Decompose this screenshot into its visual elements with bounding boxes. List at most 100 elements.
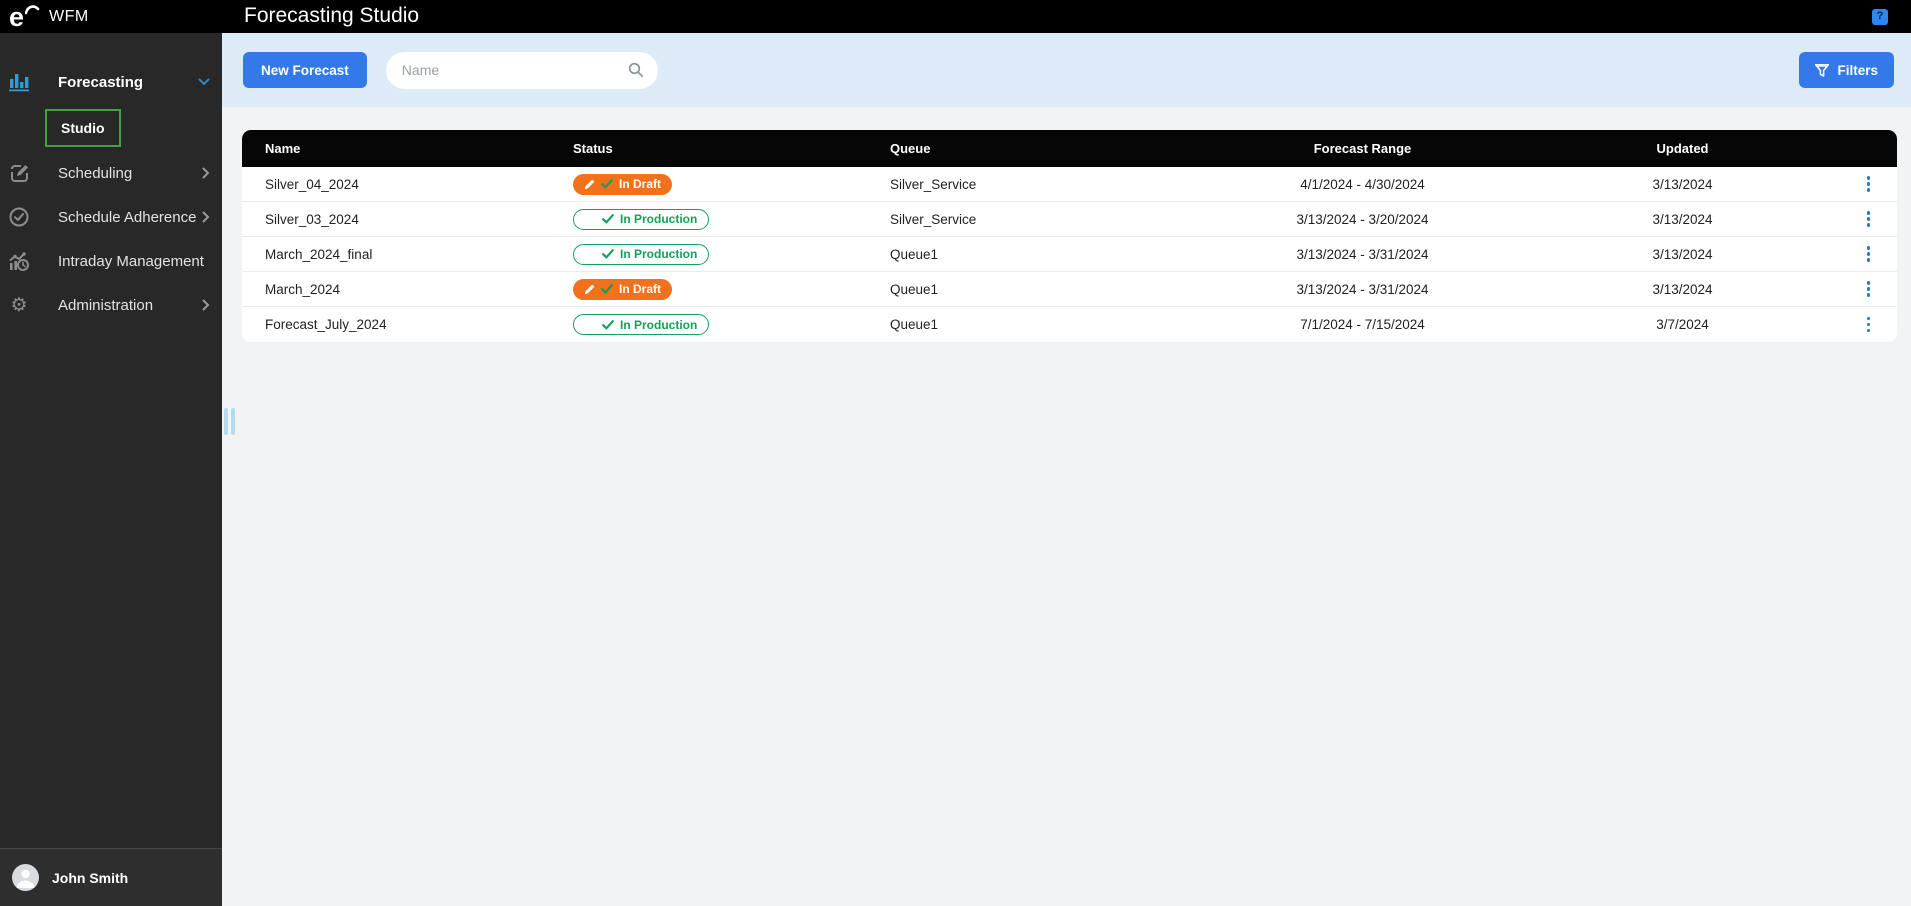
- edit-icon: [8, 164, 30, 183]
- queue-name: Silver_Service: [890, 211, 977, 227]
- main-content: New Forecast Filters Name Status Queue F…: [222, 33, 1911, 906]
- forecast-name: Silver_04_2024: [265, 176, 359, 192]
- gear-icon: ⚙: [10, 294, 28, 316]
- filter-funnel-icon: [1815, 63, 1830, 77]
- forecast-table: Name Status Queue Forecast Range Updated…: [242, 130, 1897, 342]
- brand-logo-icon: e: [9, 2, 43, 32]
- sidebar-item-label: Forecasting: [58, 73, 144, 91]
- forecast-range: 4/1/2024 - 4/30/2024: [1300, 176, 1425, 192]
- search-input[interactable]: [401, 62, 628, 78]
- queue-name: Queue1: [890, 246, 939, 262]
- filters-label: Filters: [1837, 62, 1878, 78]
- chevron-down-icon: [198, 78, 210, 86]
- updated-date: 3/13/2024: [1652, 211, 1713, 227]
- status-badge: In Draft: [573, 173, 672, 195]
- forecast-range: 7/1/2024 - 7/15/2024: [1300, 317, 1425, 332]
- table-row[interactable]: March_2024_final In Production Queue1 3/…: [242, 237, 1897, 272]
- column-header-name: Name: [265, 141, 301, 156]
- column-header-updated: Updated: [1656, 141, 1709, 156]
- new-forecast-button[interactable]: New Forecast: [243, 52, 367, 88]
- forecast-range: 3/13/2024 - 3/20/2024: [1296, 211, 1429, 227]
- table-row[interactable]: Silver_04_2024 In Draft Silver_Service 4…: [242, 167, 1897, 202]
- avatar: [12, 864, 39, 891]
- status-label: In Production: [620, 212, 698, 226]
- search-icon[interactable]: [628, 62, 644, 78]
- row-actions-kebab-icon[interactable]: [1861, 207, 1877, 231]
- pencil-icon: [584, 284, 595, 295]
- forecast-name: Silver_03_2024: [265, 211, 359, 227]
- table-body: Silver_04_2024 In Draft Silver_Service 4…: [242, 167, 1897, 342]
- chevron-right-icon: [202, 167, 210, 179]
- pencil-icon: [585, 214, 596, 225]
- sidebar-item-label: Scheduling: [58, 164, 133, 182]
- bar-chart-icon: [8, 73, 30, 92]
- pencil-icon: [584, 179, 595, 190]
- sidebar-item-scheduling[interactable]: Scheduling: [0, 151, 222, 195]
- table-row[interactable]: March_2024 In Draft Queue1 3/13/2024 - 3…: [242, 272, 1897, 307]
- row-actions-kebab-icon[interactable]: [1861, 277, 1877, 301]
- sidebar: Forecasting Studio Scheduling Schedule A…: [0, 33, 222, 906]
- brand-name: WFM: [49, 7, 89, 25]
- forecast-name: March_2024: [265, 281, 341, 297]
- topbar: e WFM Forecasting Studio ?: [0, 0, 1911, 33]
- check-icon: [602, 249, 614, 259]
- search-box: [385, 51, 658, 89]
- filters-button[interactable]: Filters: [1799, 52, 1894, 88]
- queue-name: Queue1: [890, 281, 939, 297]
- row-actions-kebab-icon[interactable]: [1861, 313, 1877, 337]
- table-row[interactable]: Silver_03_2024 In Production Silver_Serv…: [242, 202, 1897, 237]
- sidebar-item-intraday-management[interactable]: Intraday Management: [0, 239, 222, 283]
- column-header-queue: Queue: [890, 141, 931, 156]
- intraday-chart-clock-icon: [8, 251, 30, 271]
- forecast-name: Forecast_July_2024: [265, 317, 387, 332]
- page-title: Forecasting Studio: [244, 4, 420, 27]
- check-icon: [601, 179, 613, 189]
- status-badge: In Production: [573, 314, 710, 335]
- sidebar-nav: Forecasting Studio Scheduling Schedule A…: [0, 33, 222, 327]
- sidebar-resize-handle-icon[interactable]: [224, 408, 235, 435]
- column-header-status: Status: [573, 141, 613, 156]
- sidebar-item-schedule-adherence[interactable]: Schedule Adherence: [0, 195, 222, 239]
- user-name: John Smith: [52, 869, 129, 886]
- check-icon: [601, 284, 613, 294]
- sidebar-item-studio[interactable]: Studio: [0, 104, 222, 151]
- forecast-name: March_2024_final: [265, 246, 373, 262]
- status-label: In Production: [620, 247, 698, 261]
- sidebar-item-forecasting[interactable]: Forecasting: [0, 60, 222, 104]
- toolbar: New Forecast Filters: [222, 33, 1911, 107]
- row-actions-kebab-icon[interactable]: [1861, 172, 1877, 196]
- sidebar-item-label: Administration: [58, 296, 154, 314]
- forecast-range: 3/13/2024 - 3/31/2024: [1296, 281, 1429, 297]
- row-actions-kebab-icon[interactable]: [1861, 242, 1877, 266]
- updated-date: 3/7/2024: [1656, 317, 1709, 332]
- wfm-app: e WFM Forecasting Studio ? Forecasting S…: [0, 0, 1911, 906]
- pencil-icon: [585, 249, 596, 260]
- sidebar-item-label: Studio: [45, 108, 121, 147]
- queue-name: Queue1: [890, 317, 939, 332]
- updated-date: 3/13/2024: [1652, 281, 1713, 297]
- user-menu[interactable]: John Smith: [0, 848, 222, 906]
- check-circle-icon: [8, 207, 30, 227]
- check-icon: [602, 214, 614, 224]
- pencil-icon: [585, 319, 596, 330]
- table-row[interactable]: Forecast_July_2024 In Production Queue1 …: [242, 307, 1897, 342]
- status-badge: In Production: [573, 208, 710, 230]
- help-icon[interactable]: ?: [1872, 9, 1888, 25]
- status-label: In Production: [620, 317, 698, 332]
- chevron-right-icon: [202, 211, 210, 223]
- brand: e WFM: [0, 2, 222, 32]
- table-header-row: Name Status Queue Forecast Range Updated: [242, 130, 1897, 167]
- status-label: In Draft: [619, 177, 661, 191]
- status-badge: In Draft: [573, 278, 672, 300]
- forecast-range: 3/13/2024 - 3/31/2024: [1296, 246, 1429, 262]
- status-badge: In Production: [573, 243, 710, 265]
- sidebar-item-administration[interactable]: ⚙ Administration: [0, 283, 222, 327]
- queue-name: Silver_Service: [890, 176, 977, 192]
- status-label: In Draft: [619, 282, 661, 296]
- chevron-right-icon: [202, 299, 210, 311]
- updated-date: 3/13/2024: [1652, 176, 1713, 192]
- sidebar-item-label: Schedule Adherence: [58, 208, 197, 226]
- column-header-forecast-range: Forecast Range: [1313, 141, 1412, 156]
- updated-date: 3/13/2024: [1652, 246, 1713, 262]
- check-icon: [602, 319, 614, 330]
